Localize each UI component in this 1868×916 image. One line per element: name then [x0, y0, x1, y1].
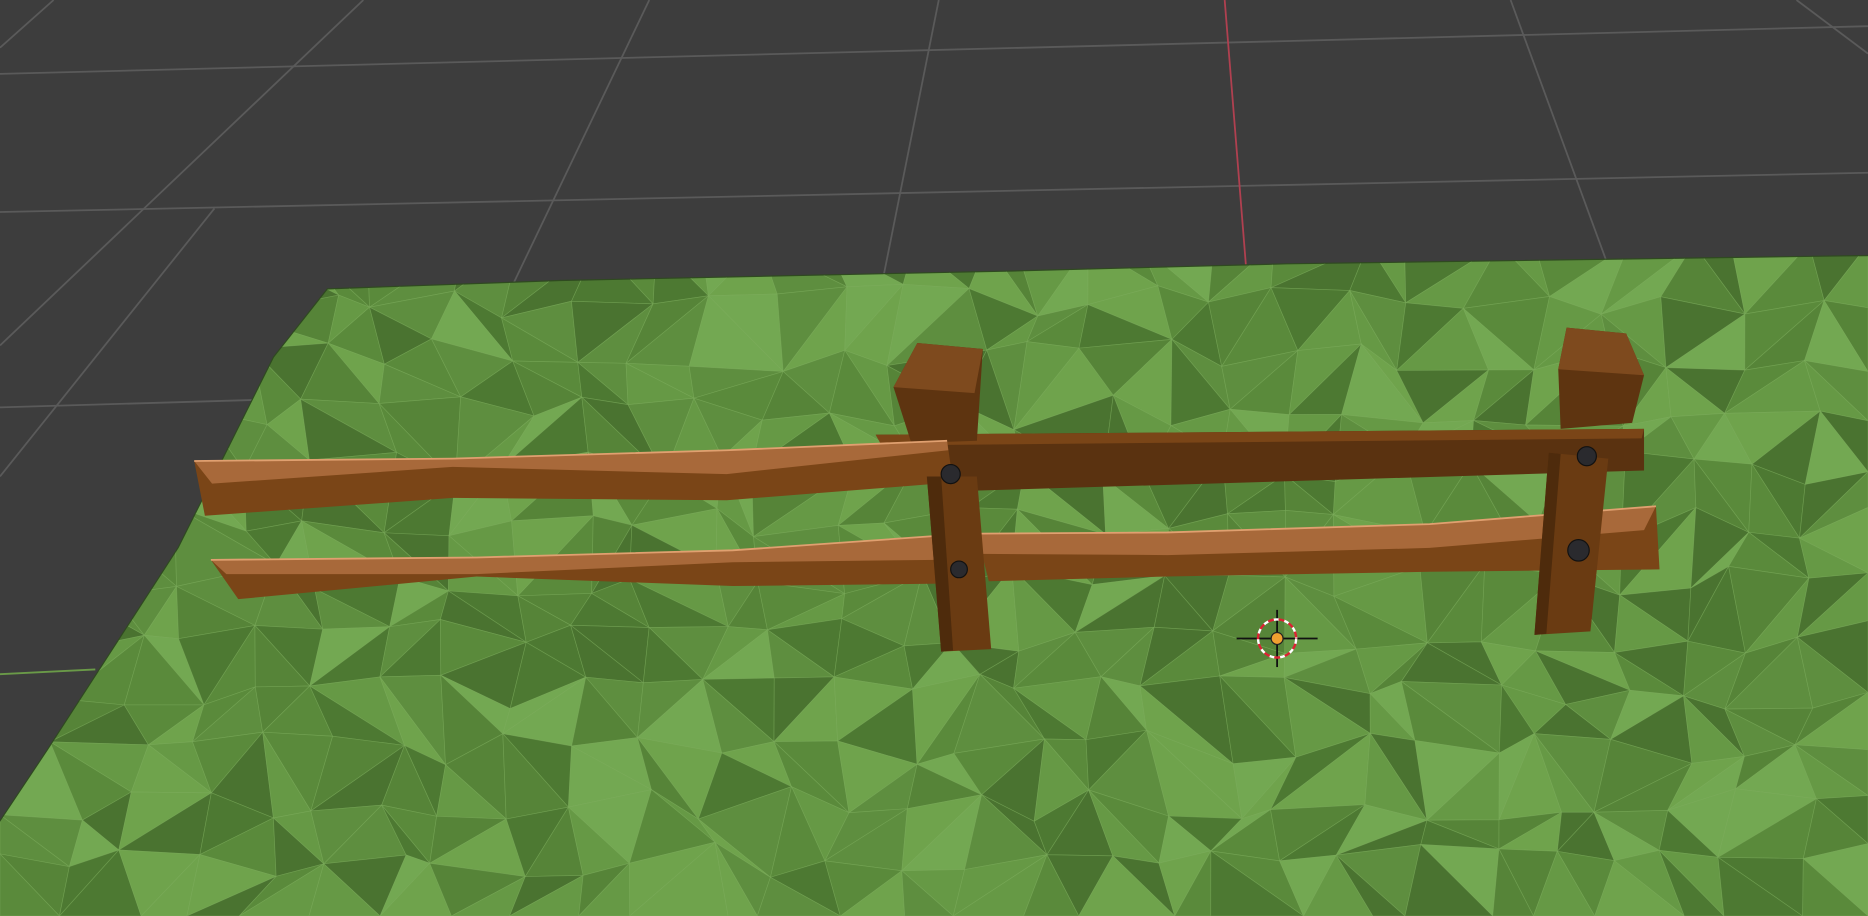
bolt-icon [1576, 446, 1597, 467]
bolt-icon [1567, 538, 1590, 562]
bolt-icon [950, 560, 968, 579]
3d-viewport[interactable] [0, 0, 1868, 916]
viewport-canvas[interactable] [0, 0, 1868, 916]
bolt-icon [940, 463, 961, 485]
